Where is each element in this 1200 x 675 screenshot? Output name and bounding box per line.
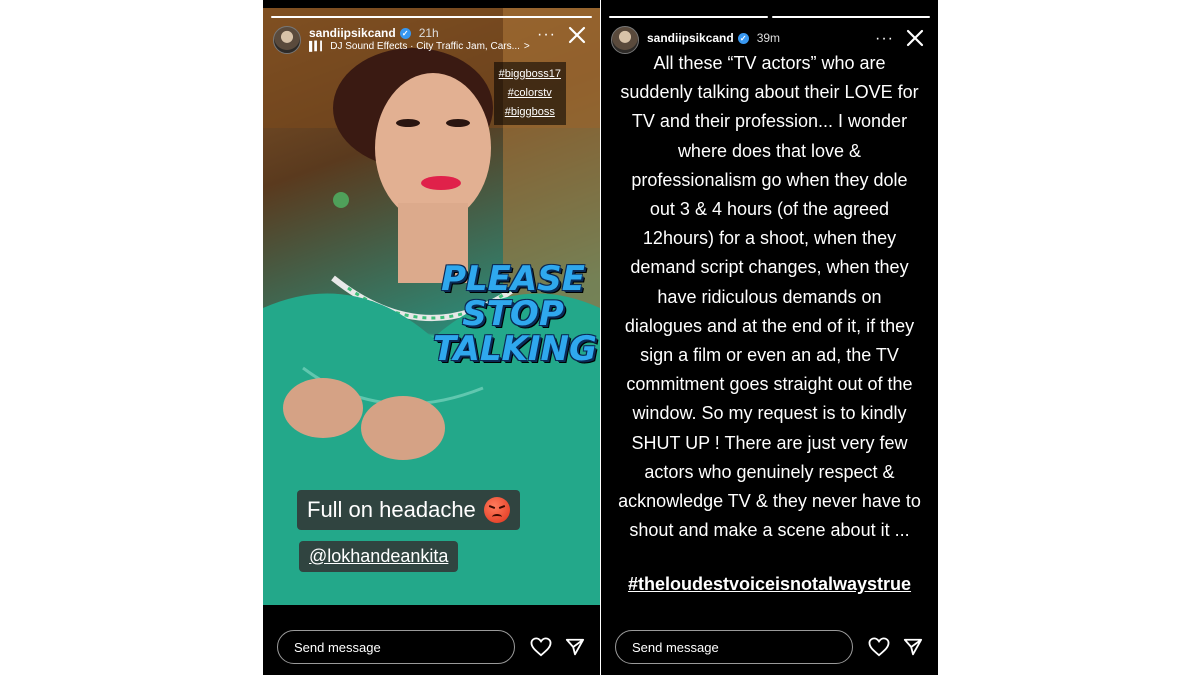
- hashtag[interactable]: #biggboss17: [499, 65, 561, 84]
- angry-face-icon: [483, 497, 510, 523]
- hashtag[interactable]: #biggboss: [499, 103, 561, 122]
- text-line: acknowledge TV & they never have to: [618, 491, 921, 512]
- music-attribution[interactable]: ▌▍▎ DJ Sound Effects · City Traffic Jam,…: [309, 41, 530, 52]
- hashtag-link[interactable]: #theloudestvoiceisnotalwaystrue: [601, 574, 938, 595]
- mention-sticker[interactable]: @lokhandeankita: [299, 541, 459, 572]
- more-icon[interactable]: ···: [537, 26, 556, 44]
- text-line: commitment goes straight out of the: [626, 374, 913, 395]
- text-line: professionalism go when they dole: [631, 169, 908, 190]
- music-bars-icon: ▌▍▎: [309, 41, 327, 51]
- username-row[interactable]: sandiipsikcand ✓ 21h: [309, 26, 439, 40]
- caption-text: Full on headache: [307, 497, 476, 522]
- story-header: sandiipsikcand ✓ 21h ▌▍▎ DJ Sound Effect…: [273, 24, 590, 56]
- verified-badge-icon: ✓: [399, 27, 411, 39]
- text-line: TV and their profession... I wonder: [631, 111, 908, 132]
- heart-icon[interactable]: [530, 637, 552, 657]
- send-message-input[interactable]: [615, 630, 853, 664]
- send-plane-icon[interactable]: [903, 637, 923, 657]
- chevron-right-icon: >: [523, 41, 530, 52]
- verified-badge-icon: ✓: [737, 32, 749, 44]
- story-time: 39m: [756, 31, 781, 45]
- story-panel-left: sandiipsikcand ✓ 21h ▌▍▎ DJ Sound Effect…: [263, 0, 600, 675]
- story-footer: [601, 625, 938, 675]
- story-footer: [263, 625, 600, 675]
- story-text: All these “TV actors” who are suddenly t…: [615, 49, 924, 545]
- sticker-line: PLEASE: [441, 259, 585, 299]
- text-line: sign a film or even an ad, the TV: [640, 345, 899, 366]
- text-line: window. So my request is to kindly: [632, 403, 907, 424]
- username-row[interactable]: sandiipsikcand ✓ 39m: [647, 31, 780, 45]
- sticker-line: STOP: [462, 294, 564, 334]
- send-message-input[interactable]: [277, 630, 515, 664]
- story-progress: [271, 16, 592, 18]
- send-plane-icon[interactable]: [565, 637, 585, 657]
- heart-icon[interactable]: [868, 637, 890, 657]
- text-line: actors who genuinely respect &: [644, 461, 895, 482]
- text-line: dialogues and at the end of it, if they: [624, 315, 915, 336]
- hashtag[interactable]: #colorstv: [499, 84, 561, 103]
- music-title: DJ Sound Effects · City Traffic Jam, Car…: [330, 41, 520, 52]
- close-icon[interactable]: [904, 27, 926, 49]
- text-line: suddenly talking about their LOVE for: [620, 82, 919, 103]
- progress-segment: [609, 16, 768, 18]
- username[interactable]: sandiipsikcand: [309, 26, 396, 40]
- text-line: have ridiculous demands on: [657, 286, 882, 307]
- close-icon[interactable]: [566, 24, 588, 46]
- text-line: demand script changes, when they: [630, 257, 909, 278]
- avatar[interactable]: [611, 26, 639, 54]
- caption-box: Full on headache: [297, 490, 520, 530]
- text-line: 12hours) for a shoot, when they: [642, 228, 897, 249]
- story-header: sandiipsikcand ✓ 39m ···: [611, 24, 928, 56]
- text-line: where does that love &: [677, 140, 862, 161]
- username[interactable]: sandiipsikcand: [647, 31, 734, 45]
- story-time: 21h: [418, 26, 439, 40]
- story-panel-right: sandiipsikcand ✓ 39m ··· All these “TV a…: [601, 0, 938, 675]
- text-line: shout and make a scene about it ...: [629, 520, 910, 541]
- sticker-line: TALKING: [433, 329, 597, 369]
- text-line: SHUT UP ! There are just very few: [631, 432, 908, 453]
- progress-segment: [271, 16, 592, 18]
- text-line: out 3 & 4 hours (of the agreed: [649, 199, 890, 220]
- more-icon[interactable]: ···: [875, 30, 894, 48]
- progress-segment: [771, 16, 930, 18]
- please-stop-talking-sticker: PLEASE STOP TALKING: [433, 259, 597, 369]
- hashtag-sticker[interactable]: #biggboss17 #colorstv #biggboss: [493, 62, 566, 125]
- story-progress: [609, 16, 930, 18]
- avatar[interactable]: [273, 26, 301, 54]
